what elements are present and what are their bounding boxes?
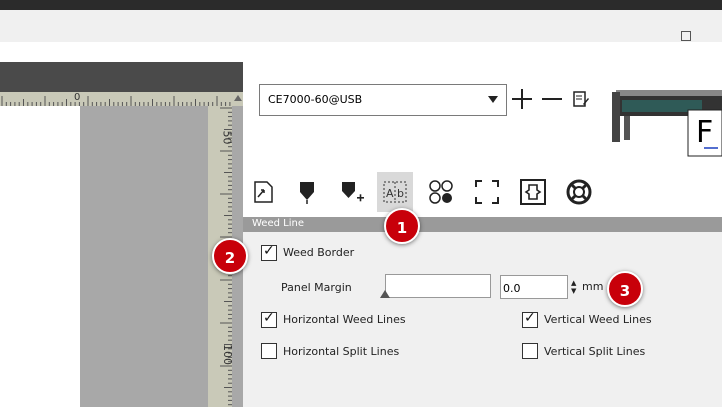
top-ruler-zero: 0 [74,92,81,103]
tab-registration-marks[interactable] [423,172,459,212]
panel-margin-value: 0.0 [503,282,521,295]
panel-margin-label: Panel Margin [281,281,352,294]
panel-margin-unit: mm [582,280,604,293]
tab-page-setup[interactable] [245,172,281,212]
maximize-icon[interactable] [681,31,691,41]
tab-add-pen[interactable] [333,172,369,212]
checkmark-icon: ✓ [524,310,536,326]
registration-marks-icon [429,180,453,204]
top-ruler: 0 [0,92,232,106]
panel-margin-input[interactable]: 0.0 [500,275,568,299]
page-setup-icon [254,181,273,203]
weed-border-checkbox[interactable]: ✓ [261,243,277,261]
step-badge-3: 3 [607,271,643,307]
horizontal-split-checkbox[interactable] [261,343,277,359]
tab-cut-pen[interactable] [289,172,325,212]
output-icon [520,179,546,205]
slider-thumb-icon[interactable] [380,290,390,298]
horizontal-split-label: Horizontal Split Lines [283,345,400,358]
spinner-icon[interactable]: ▲ ▼ [571,279,579,295]
horizontal-weed-label: Horizontal Weed Lines [283,313,406,326]
pen-add-icon [342,182,364,202]
step-badge-2: 2 [212,238,248,274]
plotter-icon: F [612,90,722,157]
tool-tabs: A b [243,170,722,216]
canvas-header [0,62,243,92]
title-bar [0,0,722,10]
section-title: Weed Line [252,218,304,229]
panel-margin-slider[interactable] [385,274,491,298]
plus-icon[interactable] [511,88,533,110]
minus-icon[interactable] [541,88,563,110]
ruler-arrow-icon[interactable] [234,95,242,101]
edit-icon[interactable] [572,90,590,108]
canvas-area[interactable] [80,106,208,407]
svg-text:b: b [397,187,404,200]
checkmark-icon: ✓ [263,243,275,259]
device-select[interactable]: CE7000-60@USB [259,84,507,116]
help-icon [566,179,592,205]
svg-text:A: A [386,187,394,200]
tab-output[interactable] [515,172,551,212]
vertical-split-checkbox[interactable] [522,343,538,359]
crop-frame-icon [475,180,499,204]
section-header: Weed Line [243,217,722,232]
media-page [0,106,81,407]
pen-cut-icon [300,182,314,204]
vertical-weed-label: Vertical Weed Lines [544,313,652,326]
checkmark-icon: ✓ [263,310,275,326]
vertical-split-label: Vertical Split Lines [544,345,646,358]
window-bar [0,10,722,42]
weed-border-label: Weed Border [283,246,355,259]
tab-help[interactable] [561,172,597,212]
weed-line-icon: A b [383,181,407,203]
vertical-weed-checkbox[interactable]: ✓ [522,310,538,328]
chevron-down-icon [488,96,498,103]
horizontal-weed-checkbox[interactable]: ✓ [261,310,277,328]
svg-text:F: F [696,115,713,150]
device-select-value: CE7000-60@USB [268,93,363,106]
tab-weed-line[interactable]: A b [377,172,413,212]
step-badge-1: 1 [384,208,420,244]
tab-crop-frame[interactable] [469,172,505,212]
